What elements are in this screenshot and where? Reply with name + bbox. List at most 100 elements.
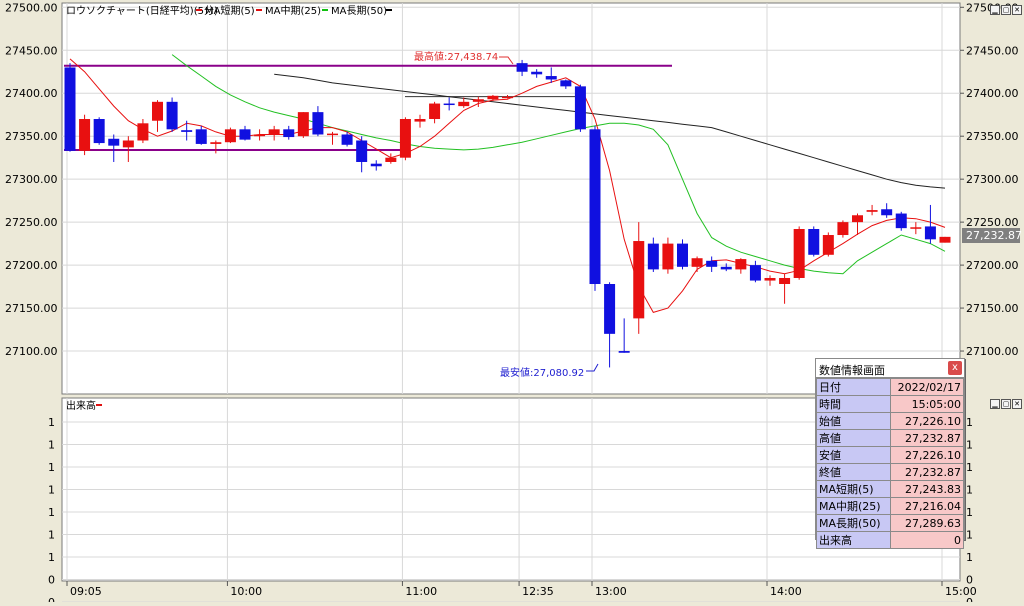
- candle-body: [297, 112, 309, 137]
- candle-body: [677, 243, 688, 267]
- x-axis-ticks: 09:05 10:00 11:00 12:35 13:00 14:00 15:00: [66, 581, 977, 598]
- y-tick-left: 27400.00: [5, 87, 58, 100]
- volume-tick-left: 1: [48, 439, 55, 452]
- volume-tick-right: 0: [966, 596, 973, 602]
- volume-tick-right: 1: [966, 529, 973, 542]
- candle-body: [181, 130, 193, 132]
- candle-body: [618, 351, 630, 353]
- info-value: 27,289.63: [890, 514, 964, 532]
- info-value: 27,243.83: [890, 480, 964, 498]
- candle-body: [210, 142, 222, 144]
- info-row: MA中期(25) 27,216.04: [816, 497, 964, 515]
- candle-body: [472, 99, 484, 102]
- candle: [224, 127, 236, 144]
- legend-ma5: MA短期(5): [205, 4, 255, 17]
- legend-swatch-ma50: [322, 9, 328, 11]
- chart-title: ロウソクチャート(日経平均)(5分): [66, 4, 218, 17]
- candle-body: [852, 215, 863, 223]
- info-row: 始値 27,226.10: [816, 412, 964, 430]
- info-row: 高値 27,232.87: [816, 429, 964, 447]
- y-tick-right: 27300.00: [966, 173, 1019, 186]
- candle-body: [239, 129, 251, 140]
- candle: [93, 117, 105, 145]
- close-button[interactable]: ✕: [1012, 5, 1022, 15]
- y-tick-left: 27500.00: [5, 1, 58, 14]
- candle-body: [195, 129, 207, 144]
- candle-body: [939, 236, 951, 243]
- candle: [808, 226, 820, 257]
- volume-tick-left: 1: [48, 461, 55, 474]
- candle-body: [706, 260, 718, 267]
- info-value: 27,226.10: [890, 412, 964, 430]
- y-tick-right: 27150.00: [966, 302, 1019, 315]
- candle-body: [662, 243, 674, 270]
- volume-tick-right: 1: [966, 461, 973, 474]
- legend: ロウソクチャート(日経平均)(5分) MA短期(5) MA中期(25) MA長期…: [66, 4, 392, 17]
- info-row: 日付 2022/02/17: [816, 378, 964, 396]
- y-tick-left: 27150.00: [5, 302, 58, 315]
- y-tick-left: 27300.00: [5, 173, 58, 186]
- candle-body: [633, 241, 645, 319]
- candle-body: [268, 129, 280, 135]
- candle: [166, 97, 178, 132]
- volume-tick-left: 0: [48, 596, 55, 602]
- candle-body: [79, 119, 91, 151]
- y-tick-right: 27250.00: [966, 216, 1019, 229]
- legend-ma25: MA中期(25): [265, 4, 321, 17]
- info-row: 安値 27,226.10: [816, 446, 964, 464]
- candle: [64, 63, 76, 152]
- chart-window: 27500.0027500.0027450.0027450.0027400.00…: [0, 0, 1024, 606]
- volume-title: 出来高: [66, 399, 96, 412]
- legend-ma50: MA長期(50): [331, 5, 387, 17]
- info-panel-close-button[interactable]: x: [948, 361, 962, 375]
- info-value: 2022/02/17: [890, 378, 964, 396]
- y-tick-right: 27200.00: [966, 259, 1019, 272]
- candle-body: [312, 112, 324, 135]
- candle-body: [749, 265, 761, 281]
- volume-close-button[interactable]: ✕: [1012, 399, 1022, 409]
- minimize-button[interactable]: ▁: [990, 5, 1000, 15]
- candle-body: [808, 229, 820, 255]
- info-value: 27,226.10: [890, 446, 964, 464]
- candle-body: [516, 63, 528, 72]
- info-panel-title: 数値情報画面: [819, 364, 885, 377]
- volume-tick-left: 0: [48, 574, 55, 587]
- candle-body: [881, 209, 893, 216]
- candle-body: [895, 213, 907, 229]
- y-tick-left: 27100.00: [5, 345, 58, 358]
- info-value: 15:05:00: [890, 395, 964, 413]
- candle-body: [385, 157, 397, 162]
- candle-body: [735, 259, 747, 270]
- info-key: 始値: [816, 412, 891, 430]
- info-key: MA中期(25): [816, 497, 891, 515]
- volume-tick-right: 1: [966, 506, 973, 519]
- candle-body: [779, 277, 791, 285]
- info-key: 高値: [816, 429, 891, 447]
- volume-tick-left: 1: [48, 529, 55, 542]
- info-panel-header: 数値情報画面 x: [816, 359, 964, 378]
- volume-minimize-button[interactable]: ▁: [990, 399, 1000, 409]
- candle: [589, 125, 601, 291]
- info-key: 時間: [816, 395, 891, 413]
- y-tick-left: 27450.00: [5, 44, 58, 57]
- info-panel: 数値情報画面 x 日付 2022/02/17 時間 15:05:00 始値 27,226.…: [815, 358, 965, 549]
- maximize-button[interactable]: ▢: [1001, 5, 1011, 15]
- last-price-tag: 27,232.87: [966, 229, 1022, 242]
- candle: [297, 112, 309, 138]
- x-tick-label: 09:05: [70, 585, 102, 598]
- x-tick-label: 14:00: [770, 585, 802, 598]
- candle-body: [574, 86, 586, 130]
- candle: [79, 114, 91, 156]
- info-table: 日付 2022/02/17 時間 15:05:00 始値 27,226.10 高値 27,23…: [816, 378, 964, 549]
- candle-body: [443, 103, 455, 106]
- legend-swatch-ma5: [196, 9, 202, 11]
- info-key: MA短期(5): [816, 480, 891, 498]
- candle: [574, 84, 586, 132]
- volume-maximize-button[interactable]: ▢: [1001, 399, 1011, 409]
- candle: [677, 239, 688, 270]
- info-key: 出来高: [816, 531, 891, 549]
- y-tick-left: 27250.00: [5, 216, 58, 229]
- candle-body: [487, 95, 499, 100]
- volume-tick-right: 0: [966, 574, 973, 587]
- candle: [895, 211, 907, 231]
